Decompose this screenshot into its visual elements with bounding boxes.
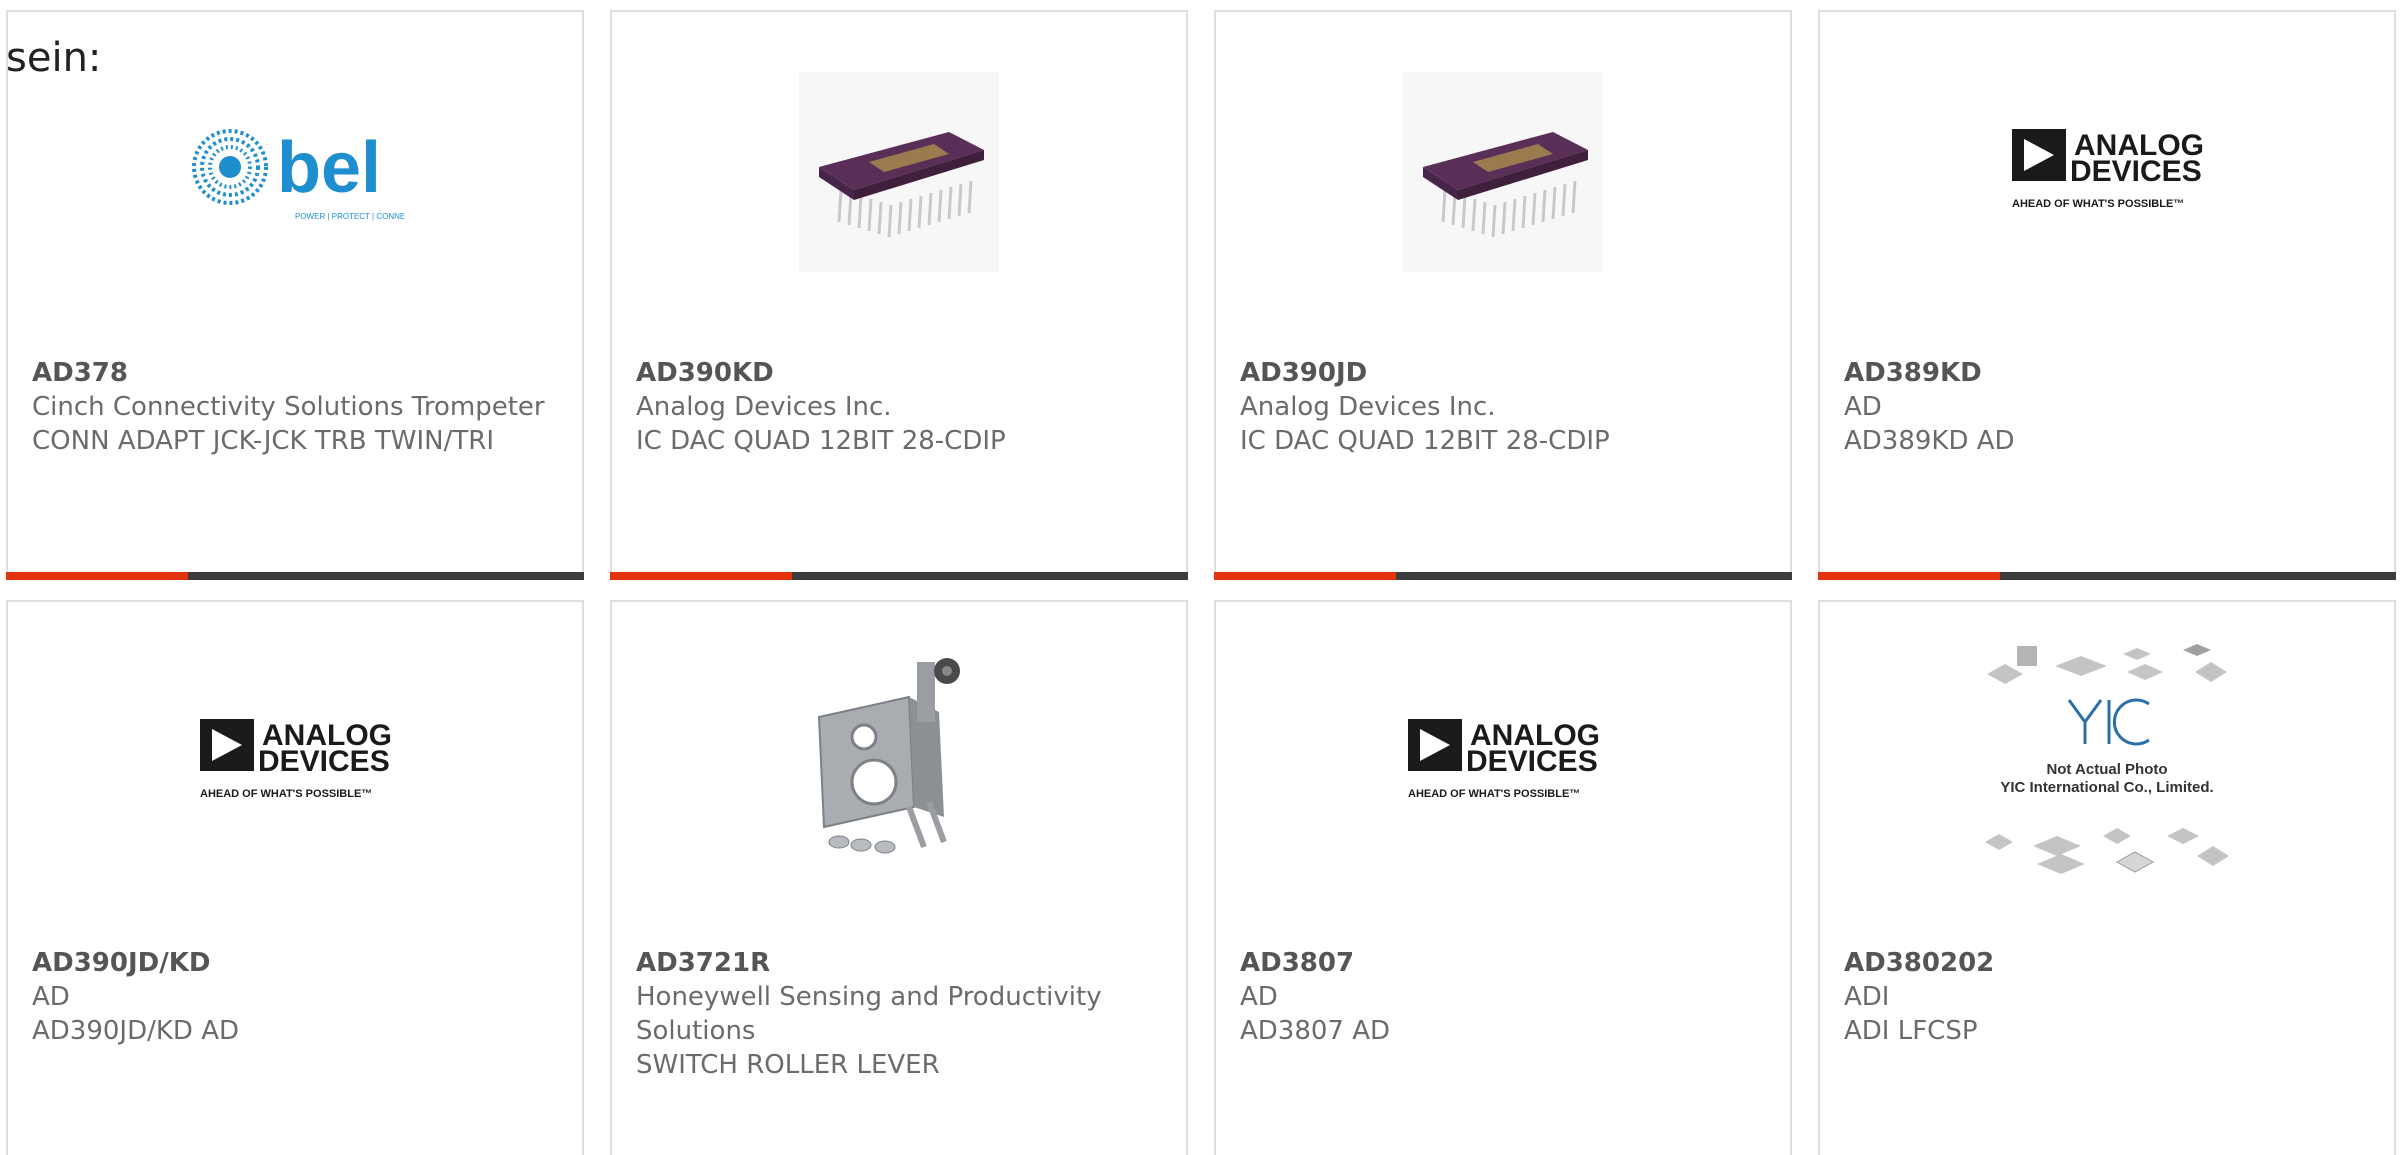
product-image[interactable]: ANALOG DEVICES AHEAD OF WHAT'S POSSIBLE™	[1216, 642, 1790, 882]
product-image[interactable]	[1216, 52, 1790, 292]
product-info: AD390JD/KD AD AD390JD/KD AD	[32, 946, 558, 1048]
part-number[interactable]: AD390JD/KD	[32, 946, 558, 980]
svg-text:DEVICES: DEVICES	[2070, 155, 2202, 188]
description: CONN ADAPT JCK-JCK TRB TWIN/TRI	[32, 426, 494, 456]
analog-devices-logo-icon: ANALOG DEVICES AHEAD OF WHAT'S POSSIBLE™	[200, 719, 392, 800]
description: AD3807 AD	[1240, 1016, 1391, 1046]
product-info: AD389KD AD AD389KD AD	[1844, 356, 2370, 458]
svg-text:POWER | PROTECT | CONNECT: POWER | PROTECT | CONNECT	[295, 212, 405, 221]
manufacturer: AD	[32, 982, 70, 1012]
product-image[interactable]	[612, 52, 1186, 292]
svg-text:DEVICES: DEVICES	[258, 745, 390, 778]
analog-devices-logo-icon: ANALOG DEVICES AHEAD OF WHAT'S POSSIBLE™	[1408, 719, 1600, 800]
product-card[interactable]: AD390KD Analog Devices Inc. IC DAC QUAD …	[610, 10, 1188, 580]
product-info: AD378 Cinch Connectivity Solutions Tromp…	[32, 356, 558, 458]
product-info: AD3807 AD AD3807 AD	[1240, 946, 1766, 1048]
product-card[interactable]: ANALOG DEVICES AHEAD OF WHAT'S POSSIBLE™…	[1214, 600, 1792, 1155]
part-number[interactable]: AD380202	[1844, 946, 2370, 980]
dip-chip-icon	[799, 72, 999, 272]
manufacturer: AD	[1240, 982, 1278, 1012]
part-number[interactable]: AD3807	[1240, 946, 1766, 980]
section-heading: sein:	[6, 35, 102, 81]
dip-chip-icon	[1403, 72, 1603, 272]
product-grid: bel POWER | PROTECT | CONNECT AD378 Cinc…	[0, 0, 2400, 1155]
card-accent-bar	[6, 572, 188, 580]
product-card[interactable]: AD390JD Analog Devices Inc. IC DAC QUAD …	[1214, 10, 1792, 580]
card-bottom-bar	[6, 572, 584, 580]
svg-text:DEVICES: DEVICES	[1466, 745, 1598, 778]
product-image[interactable]: ANALOG DEVICES AHEAD OF WHAT'S POSSIBLE™	[1820, 52, 2394, 292]
product-image[interactable]: ANALOG DEVICES AHEAD OF WHAT'S POSSIBLE™	[8, 642, 582, 882]
card-bottom-bar	[1214, 572, 1792, 580]
card-accent-bar	[610, 572, 792, 580]
svg-text:bel: bel	[277, 128, 381, 208]
manufacturer: Analog Devices Inc.	[1240, 392, 1496, 422]
manufacturer: Analog Devices Inc.	[636, 392, 892, 422]
product-image[interactable]	[612, 642, 1186, 882]
card-accent-bar	[1818, 572, 2000, 580]
product-info: AD380202 ADI ADI LFCSP	[1844, 946, 2370, 1048]
svg-text:AHEAD OF WHAT'S POSSIBLE™: AHEAD OF WHAT'S POSSIBLE™	[2012, 198, 2184, 210]
description: IC DAC QUAD 12BIT 28-CDIP	[1240, 426, 1610, 456]
description: IC DAC QUAD 12BIT 28-CDIP	[636, 426, 1006, 456]
part-number[interactable]: AD378	[32, 356, 558, 390]
product-info: AD390JD Analog Devices Inc. IC DAC QUAD …	[1240, 356, 1766, 458]
description: SWITCH ROLLER LEVER	[636, 1050, 940, 1080]
manufacturer: Honeywell Sensing and Productivity Solut…	[636, 982, 1102, 1046]
part-number[interactable]: AD3721R	[636, 946, 1162, 980]
card-bottom-bar	[610, 572, 1188, 580]
product-image[interactable]: Not Actual Photo YIC International Co., …	[1820, 642, 2394, 882]
product-grid-page: sein: bel POWER | PROTECT | CONNECT AD37…	[0, 0, 2400, 1155]
bel-logo-icon: bel POWER | PROTECT | CONNECT	[192, 128, 405, 221]
product-image[interactable]: bel POWER | PROTECT | CONNECT	[8, 52, 582, 292]
svg-text:AHEAD OF WHAT'S POSSIBLE™: AHEAD OF WHAT'S POSSIBLE™	[200, 788, 372, 800]
product-card[interactable]: ANALOG DEVICES AHEAD OF WHAT'S POSSIBLE™…	[1818, 10, 2396, 580]
svg-text:AHEAD OF WHAT'S POSSIBLE™: AHEAD OF WHAT'S POSSIBLE™	[1408, 788, 1580, 800]
manufacturer: Cinch Connectivity Solutions Trompeter	[32, 392, 545, 422]
roller-lever-switch-icon	[799, 657, 999, 867]
svg-text:Not Actual Photo: Not Actual Photo	[2046, 761, 2167, 778]
product-info: AD390KD Analog Devices Inc. IC DAC QUAD …	[636, 356, 1162, 458]
product-card[interactable]: AD3721R Honeywell Sensing and Productivi…	[610, 600, 1188, 1155]
part-number[interactable]: AD390JD	[1240, 356, 1766, 390]
analog-devices-logo-icon: ANALOG DEVICES AHEAD OF WHAT'S POSSIBLE™	[2012, 129, 2204, 210]
card-bottom-bar	[1818, 572, 2396, 580]
manufacturer: ADI	[1844, 982, 1890, 1012]
product-card[interactable]: bel POWER | PROTECT | CONNECT AD378 Cinc…	[6, 10, 584, 580]
description: ADI LFCSP	[1844, 1016, 1978, 1046]
part-number[interactable]: AD390KD	[636, 356, 1162, 390]
part-number[interactable]: AD389KD	[1844, 356, 2370, 390]
manufacturer: AD	[1844, 392, 1882, 422]
product-card[interactable]: ANALOG DEVICES AHEAD OF WHAT'S POSSIBLE™…	[6, 600, 584, 1155]
card-accent-bar	[1214, 572, 1396, 580]
description: AD389KD AD	[1844, 426, 2015, 456]
product-info: AD3721R Honeywell Sensing and Productivi…	[636, 946, 1162, 1082]
yic-placeholder-icon: Not Actual Photo YIC International Co., …	[1985, 644, 2229, 874]
svg-text:YIC International Co., Limited: YIC International Co., Limited.	[2000, 779, 2213, 796]
product-card[interactable]: Not Actual Photo YIC International Co., …	[1818, 600, 2396, 1155]
description: AD390JD/KD AD	[32, 1016, 240, 1046]
